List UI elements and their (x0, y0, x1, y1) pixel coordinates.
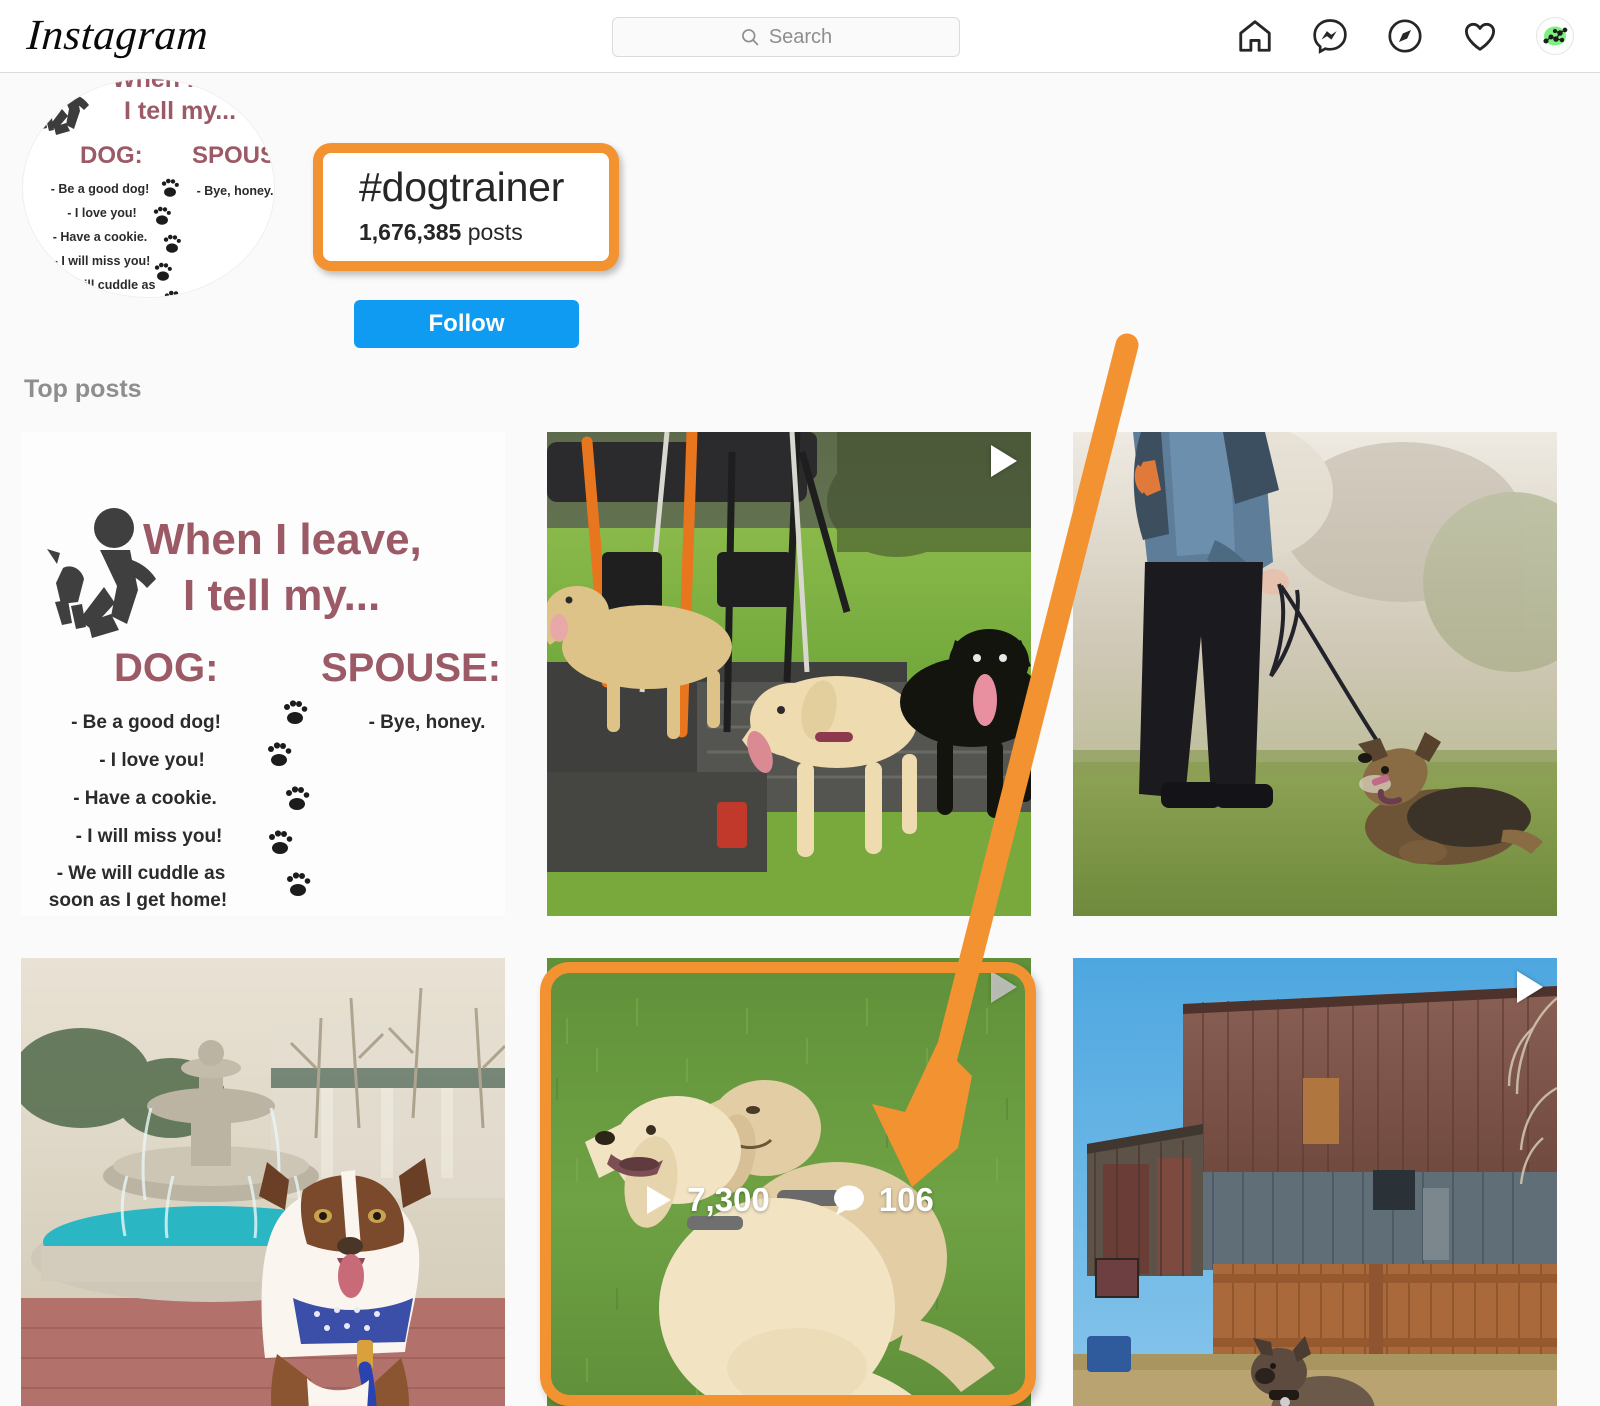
post-labs-truck[interactable] (547, 432, 1031, 916)
svg-text:- I will miss you!: - I will miss you! (54, 254, 151, 268)
labs-truck-photo (547, 432, 1031, 916)
svg-text:When I leave,: When I leave, (143, 515, 422, 564)
instagram-logo[interactable]: Instagram (25, 11, 210, 60)
nav-icon-group (1232, 13, 1578, 59)
search-placeholder: Search (768, 25, 833, 48)
aussie-fountain-photo (21, 958, 505, 1406)
svg-text:SPOUSE:: SPOUSE: (321, 646, 501, 690)
profile-meme-graphic: When I leave, I tell my... DOG: SPOUSE: … (23, 78, 275, 297)
trainer-leash-photo (1073, 432, 1557, 916)
svg-text:- We will cuddle as: - We will cuddle as (57, 863, 226, 884)
video-play-icon (1517, 971, 1543, 1003)
svg-text:- Have a cookie.: - Have a cookie. (73, 788, 217, 809)
svg-text:- Be a good dog!: - Be a good dog! (71, 712, 221, 733)
view-count-value: 7,300 (687, 1181, 770, 1218)
svg-text:- Bye, honey.: - Bye, honey. (197, 184, 274, 198)
hashtag-header: When I leave, I tell my... DOG: SPOUSE: … (0, 73, 1600, 353)
view-count-stat: 7,300 (644, 1181, 770, 1219)
profile-avatar[interactable] (1532, 13, 1578, 59)
hashtag-profile-picture[interactable]: When I leave, I tell my... DOG: SPOUSE: … (22, 78, 275, 298)
svg-text:- I will miss you!: - I will miss you! (76, 826, 223, 847)
post-goldens-grass[interactable]: 7,300 106 (547, 958, 1031, 1406)
home-icon[interactable] (1232, 13, 1278, 59)
avatar-graphic (1543, 26, 1568, 46)
svg-text:DOG:: DOG: (114, 646, 218, 690)
search-icon (741, 29, 759, 46)
svg-text:SPOUSE:: SPOUSE: (192, 142, 275, 169)
meme-graphic: When I leave, I tell my... DOG: SPOUSE: … (21, 432, 505, 916)
svg-text:- I love you!: - I love you! (67, 206, 136, 220)
post-meme[interactable]: When I leave, I tell my... DOG: SPOUSE: … (21, 432, 505, 916)
post-count-suffix: posts (467, 219, 523, 245)
svg-text:- Have a cookie.: - Have a cookie. (53, 230, 148, 244)
comment-count-value: 106 (878, 1181, 934, 1218)
top-posts-label: Top posts (24, 375, 142, 403)
svg-text:DOG:: DOG: (80, 142, 143, 169)
top-posts-grid: When I leave, I tell my... DOG: SPOUSE: … (21, 432, 1557, 1406)
svg-text:soon as I get home!: soon as I get home! (49, 890, 227, 911)
page-title: #dogtrainer (359, 164, 565, 210)
post-count: 1,676,385 posts (359, 215, 609, 249)
svg-text:- I love you!: - I love you! (99, 750, 205, 771)
post-aussie-fountain[interactable] (21, 958, 505, 1406)
comment-icon (832, 1184, 866, 1216)
hashtag-title-highlight-box: #dogtrainer 1,676,385 posts (313, 143, 619, 271)
avatar (1536, 17, 1574, 55)
comment-count-stat: 106 (832, 1181, 934, 1219)
svg-text:I tell my...: I tell my... (183, 571, 380, 620)
svg-text:- Bye, honey.: - Bye, honey. (369, 712, 486, 733)
svg-text:- Be a good dog!: - Be a good dog! (51, 182, 150, 196)
svg-text:- We will cuddle as: - We will cuddle as (45, 278, 156, 292)
heart-icon[interactable] (1457, 13, 1503, 59)
follow-button[interactable]: Follow (354, 300, 579, 348)
messenger-icon[interactable] (1307, 13, 1353, 59)
video-play-icon (991, 445, 1017, 477)
top-navigation-bar: Instagram Search (0, 0, 1600, 73)
barn-dog-photo (1073, 958, 1557, 1406)
play-icon (644, 1184, 674, 1216)
post-count-value: 1,676,385 (359, 219, 462, 245)
post-trainer-leash[interactable] (1073, 432, 1557, 916)
post-stats-overlay: 7,300 106 (547, 958, 1031, 1406)
search-input[interactable]: Search (612, 17, 960, 57)
compass-icon[interactable] (1382, 13, 1428, 59)
svg-text:I tell my...: I tell my... (124, 97, 236, 125)
svg-text:When I leave,: When I leave, (112, 78, 270, 93)
post-barn-dog[interactable] (1073, 958, 1557, 1406)
instagram-hashtag-page: Instagram Search When I leave, I tell my… (0, 0, 1600, 1406)
